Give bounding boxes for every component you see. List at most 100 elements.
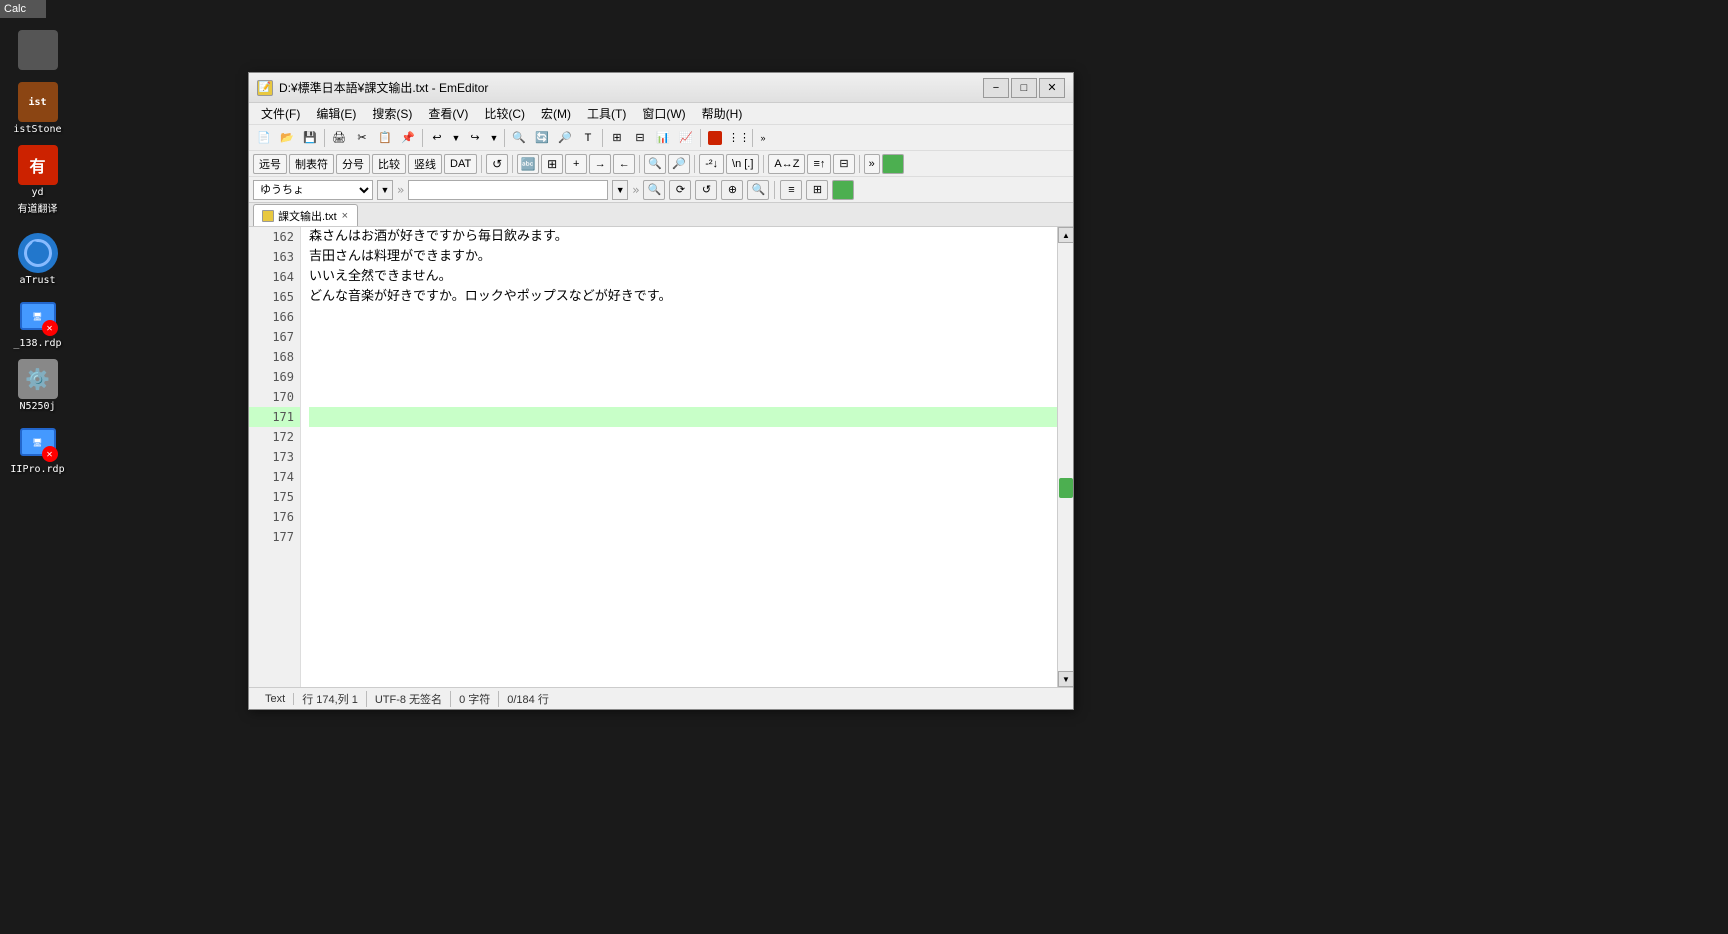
window-controls: − □ ✕ [983, 78, 1065, 98]
menu-edit[interactable]: 编辑(E) [308, 103, 364, 124]
tb-overflow[interactable]: » [756, 127, 770, 149]
tb-zoom-in[interactable]: 🔎 [554, 127, 576, 149]
line-num-177: 177 [249, 527, 300, 547]
tb-print[interactable]: 🖨 [328, 127, 350, 149]
toolbar-row-1: 📄 📂 💾 🖨 ✂ 📋 📌 ↩ ▼ ↪ ▼ 🔍 🔄 🔎 T ⊞ ⊟ 📊 📈 ⋮⋮… [249, 125, 1073, 151]
tb-text-tab[interactable]: 制表符 [289, 154, 334, 174]
menu-window[interactable]: 窗口(W) [634, 103, 693, 124]
addr-dropdown-btn[interactable]: ▼ [612, 180, 628, 200]
tb2-sep-6 [859, 155, 860, 173]
tb2-wordcount[interactable]: ≡↑ [807, 154, 831, 174]
tb2-btn2[interactable]: 🔤 [517, 154, 539, 174]
scrollbar-down-btn[interactable]: ▼ [1058, 671, 1073, 687]
addr-btn5[interactable]: 🔍 [747, 180, 769, 200]
tb2-az[interactable]: A↔Z [768, 154, 805, 174]
tb-grid2[interactable]: ⊟ [629, 127, 651, 149]
tb2-marker[interactable] [882, 154, 904, 174]
menu-file[interactable]: 文件(F) [253, 103, 308, 124]
tb-new[interactable]: 📄 [253, 127, 275, 149]
tb-save[interactable]: 💾 [299, 127, 321, 149]
desktop-icon-n5250j[interactable]: ⚙️ N5250j [4, 359, 71, 412]
tb2-btn1[interactable]: ↺ [486, 154, 508, 174]
line-num-168: 168 [249, 347, 300, 367]
tb-undo[interactable]: ↩ [426, 127, 448, 149]
tb-copy[interactable]: 📋 [374, 127, 396, 149]
addr-btn8[interactable] [832, 180, 854, 200]
tb-redo[interactable]: ↪ [464, 127, 486, 149]
tb2-abc[interactable]: -²↓ [699, 154, 724, 174]
tb-paste[interactable]: 📌 [397, 127, 419, 149]
desktop-icon-rdp1[interactable]: 🖥 ✕ _138.rdp [4, 296, 71, 349]
scrollbar-thumb[interactable] [1059, 478, 1073, 498]
tb-more[interactable]: ⋮⋮ [727, 127, 749, 149]
editor-area[interactable]: 162 163 164 165 166 167 168 169 170 171 … [249, 227, 1073, 687]
addr-btn3[interactable]: ↺ [695, 180, 717, 200]
tb-grid[interactable]: ⊞ [606, 127, 628, 149]
yd-icon: 有 [18, 145, 58, 185]
tb-chart2[interactable]: 📈 [675, 127, 697, 149]
tb-text-juxian[interactable]: 竖线 [408, 154, 442, 174]
desktop-icon-yd[interactable]: 有 yd 有道翻译 [4, 145, 71, 215]
tb-open[interactable]: 📂 [276, 127, 298, 149]
maximize-button[interactable]: □ [1011, 78, 1037, 98]
tb2-find-prev[interactable]: 🔍 [644, 154, 666, 174]
line-num-171: 171 [249, 407, 300, 427]
tb-red[interactable] [704, 127, 726, 149]
editor-content[interactable]: 森さんはお酒が好きですから毎日飲みます。 吉田さんは料理ができますか。 いいえ全… [301, 227, 1057, 687]
scrollbar-track[interactable] [1058, 243, 1073, 671]
minimize-button[interactable]: − [983, 78, 1009, 98]
tb2-overflow[interactable]: » [864, 154, 880, 174]
rdp1-icon: 🖥 ✕ [18, 296, 58, 336]
line-num-163: 163 [249, 247, 300, 267]
tb2-btn3[interactable]: ⊞ [541, 154, 563, 174]
tb-text-compare[interactable]: 比较 [372, 154, 406, 174]
yd-sublabel: 有道翻译 [18, 200, 58, 215]
tb-find[interactable]: 🔍 [508, 127, 530, 149]
tb2-btn5[interactable]: → [589, 154, 611, 174]
active-tab[interactable]: 課文输出.txt × [253, 204, 358, 226]
addr-btn4[interactable]: ⊕ [721, 180, 743, 200]
line-num-175: 175 [249, 487, 300, 507]
desktop-icons-area: ist istStone 有 yd 有道翻译 aTrust 🖥 ✕ _138.r… [0, 22, 75, 483]
desktop-icon-calc[interactable] [4, 30, 71, 72]
close-button[interactable]: ✕ [1039, 78, 1065, 98]
menu-search[interactable]: 搜索(S) [364, 103, 420, 124]
menu-tools[interactable]: 工具(T) [579, 103, 634, 124]
tb-replace[interactable]: 🔄 [531, 127, 553, 149]
tb-text-fen[interactable]: 分号 [336, 154, 370, 174]
addr-btn1[interactable]: 🔍 [643, 180, 665, 200]
tb-text-yuanhao[interactable]: 远号 [253, 154, 287, 174]
desktop-icon-rdp2[interactable]: 🖥 ✕ IIPro.rdp [4, 422, 71, 475]
tb2-btn6[interactable]: ← [613, 154, 635, 174]
menu-macro[interactable]: 宏(M) [533, 103, 579, 124]
tb-redo-arrow[interactable]: ▼ [487, 127, 501, 149]
scrollbar-up-btn[interactable]: ▲ [1058, 227, 1073, 243]
tb2-sep-1 [481, 155, 482, 173]
tab-close-btn[interactable]: × [341, 210, 349, 222]
tb2-find-next[interactable]: 🔎 [668, 154, 690, 174]
tb-text-dat[interactable]: DAT [444, 154, 477, 174]
menu-compare[interactable]: 比较(C) [476, 103, 533, 124]
scrollbar-vertical[interactable]: ▲ ▼ [1057, 227, 1073, 687]
tb-undo-arrow[interactable]: ▼ [449, 127, 463, 149]
tb2-nl[interactable]: \n [.] [726, 154, 759, 174]
font-dropdown-btn[interactable]: ▼ [377, 180, 393, 200]
addr-btn6[interactable]: ≡ [780, 180, 802, 200]
desktop-icon-iststone[interactable]: ist istStone [4, 82, 71, 135]
tb2-btn4[interactable]: + [565, 154, 587, 174]
tb-cut[interactable]: ✂ [351, 127, 373, 149]
font-combo[interactable]: ゆうちょ [253, 180, 373, 200]
tb2-csv[interactable]: ⊟ [833, 154, 854, 174]
address-input[interactable] [408, 180, 608, 200]
tb-chart[interactable]: 📊 [652, 127, 674, 149]
desktop-icon-atrust[interactable]: aTrust [4, 233, 71, 286]
taskbar-calc[interactable]: Calc [0, 0, 46, 18]
menu-view[interactable]: 查看(V) [420, 103, 476, 124]
editor-line-162: 森さんはお酒が好きですから毎日飲みます。 [309, 227, 1057, 247]
addr-btn2[interactable]: ⟳ [669, 180, 691, 200]
tb-filter[interactable]: T [577, 127, 599, 149]
n5250j-icon: ⚙️ [18, 359, 58, 399]
menu-help[interactable]: 帮助(H) [694, 103, 751, 124]
editor-line-175 [309, 487, 1057, 507]
addr-btn7[interactable]: ⊞ [806, 180, 828, 200]
